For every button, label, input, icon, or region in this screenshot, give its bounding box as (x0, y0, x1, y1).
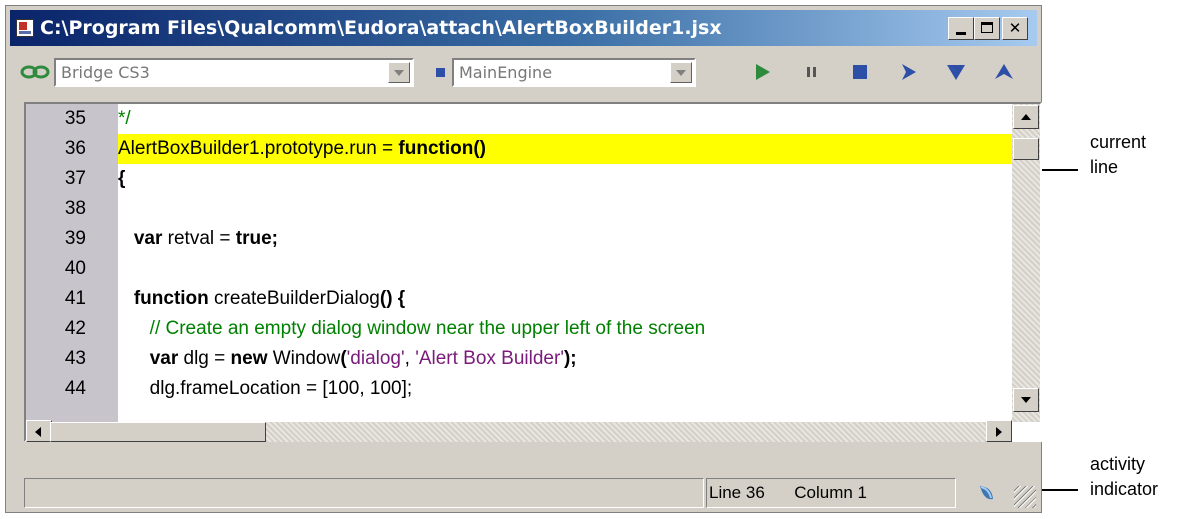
maximize-button[interactable] (974, 17, 1000, 40)
engine-icon (436, 68, 445, 77)
line-number: 36 (64, 138, 86, 159)
close-button[interactable]: ✕ (1002, 17, 1028, 40)
step-over-icon[interactable] (896, 61, 920, 83)
line-number: 39 (64, 228, 86, 249)
current-line-callout: current line (1090, 130, 1146, 180)
callout-text-line: current (1090, 132, 1147, 152)
status-message-panel (24, 478, 704, 508)
activity-indicator-callout: activity indicator (1090, 452, 1158, 502)
line-number: 44 (64, 378, 86, 399)
code-text-area[interactable]: */ AlertBoxBuilder1.prototype.run = func… (118, 104, 1012, 422)
chevron-down-icon[interactable] (388, 62, 410, 83)
minimize-button[interactable] (948, 17, 974, 40)
code-editor[interactable]: 35 36 37 38 39 40 41 42 43 44 */ AlertBo… (24, 102, 1042, 442)
scroll-down-icon[interactable] (1013, 388, 1039, 412)
column-indicator: Column 1 (794, 483, 868, 502)
step-out-icon[interactable] (992, 61, 1016, 83)
pause-icon[interactable] (800, 61, 824, 83)
code-line: { (118, 168, 126, 189)
callout-text-line: line (1090, 157, 1119, 177)
link-icon[interactable] (20, 65, 50, 79)
title-bar[interactable]: C:\Program Files\Qualcomm\Eudora\attach\… (10, 10, 1037, 46)
engine-value: MainEngine (459, 63, 553, 82)
code-line: function createBuilderDialog() { (133, 288, 406, 309)
code-line: */ (118, 108, 131, 129)
code-line: // Create an empty dialog window near th… (118, 318, 706, 339)
step-into-icon[interactable] (944, 61, 968, 83)
line-number: 37 (64, 168, 86, 189)
close-icon: ✕ (1008, 19, 1022, 37)
callout-text-line: activity (1090, 454, 1146, 474)
horizontal-scroll-thumb[interactable] (50, 422, 266, 442)
scroll-right-icon[interactable] (986, 420, 1012, 442)
code-line: var dlg = new Window('dialog', 'Alert Bo… (149, 348, 577, 369)
vertical-scrollbar[interactable] (1012, 104, 1040, 422)
resize-grip-icon[interactable] (1014, 486, 1036, 508)
editor-window: C:\Program Files\Qualcomm\Eudora\attach\… (5, 5, 1042, 513)
app-icon (16, 19, 34, 37)
code-line: dlg.frameLocation = [100, 100]; (118, 378, 413, 399)
line-number: 42 (64, 318, 86, 339)
line-number: 43 (64, 348, 86, 369)
debug-toolbar: Bridge CS3 MainEngine (10, 52, 1037, 92)
maximize-icon (981, 22, 993, 33)
code-line: var retval = true; (133, 228, 279, 249)
line-number-gutter: 35 36 37 38 39 40 41 42 43 44 (26, 104, 118, 422)
stop-icon[interactable] (848, 61, 872, 83)
chevron-down-icon[interactable] (670, 62, 692, 83)
activity-indicator-callout-line (1042, 489, 1078, 491)
window-title: C:\Program Files\Qualcomm\Eudora\attach\… (40, 17, 722, 39)
engine-select[interactable]: MainEngine (452, 58, 696, 87)
scroll-left-icon[interactable] (26, 420, 52, 442)
target-app-value: Bridge CS3 (61, 63, 150, 82)
cursor-position-panel: Line 36 Column 1 (706, 478, 956, 508)
status-bar: Line 36 Column 1 (24, 478, 1040, 510)
line-number: 38 (64, 198, 86, 219)
minimize-icon (956, 32, 966, 35)
line-number: 35 (64, 108, 86, 129)
current-line-callout-line (1042, 169, 1078, 171)
target-app-select[interactable]: Bridge CS3 (54, 58, 414, 87)
vertical-scroll-thumb[interactable] (1013, 138, 1039, 160)
line-number: 40 (64, 258, 86, 279)
current-code-line: AlertBoxBuilder1.prototype.run = functio… (118, 134, 1012, 164)
run-icon[interactable] (750, 61, 774, 83)
activity-indicator-icon (980, 486, 993, 500)
callout-text-line: indicator (1090, 479, 1159, 499)
line-number: 41 (64, 288, 86, 309)
scroll-up-icon[interactable] (1013, 105, 1039, 129)
line-indicator: Line 36 (709, 483, 765, 502)
horizontal-scrollbar[interactable] (26, 420, 1012, 442)
